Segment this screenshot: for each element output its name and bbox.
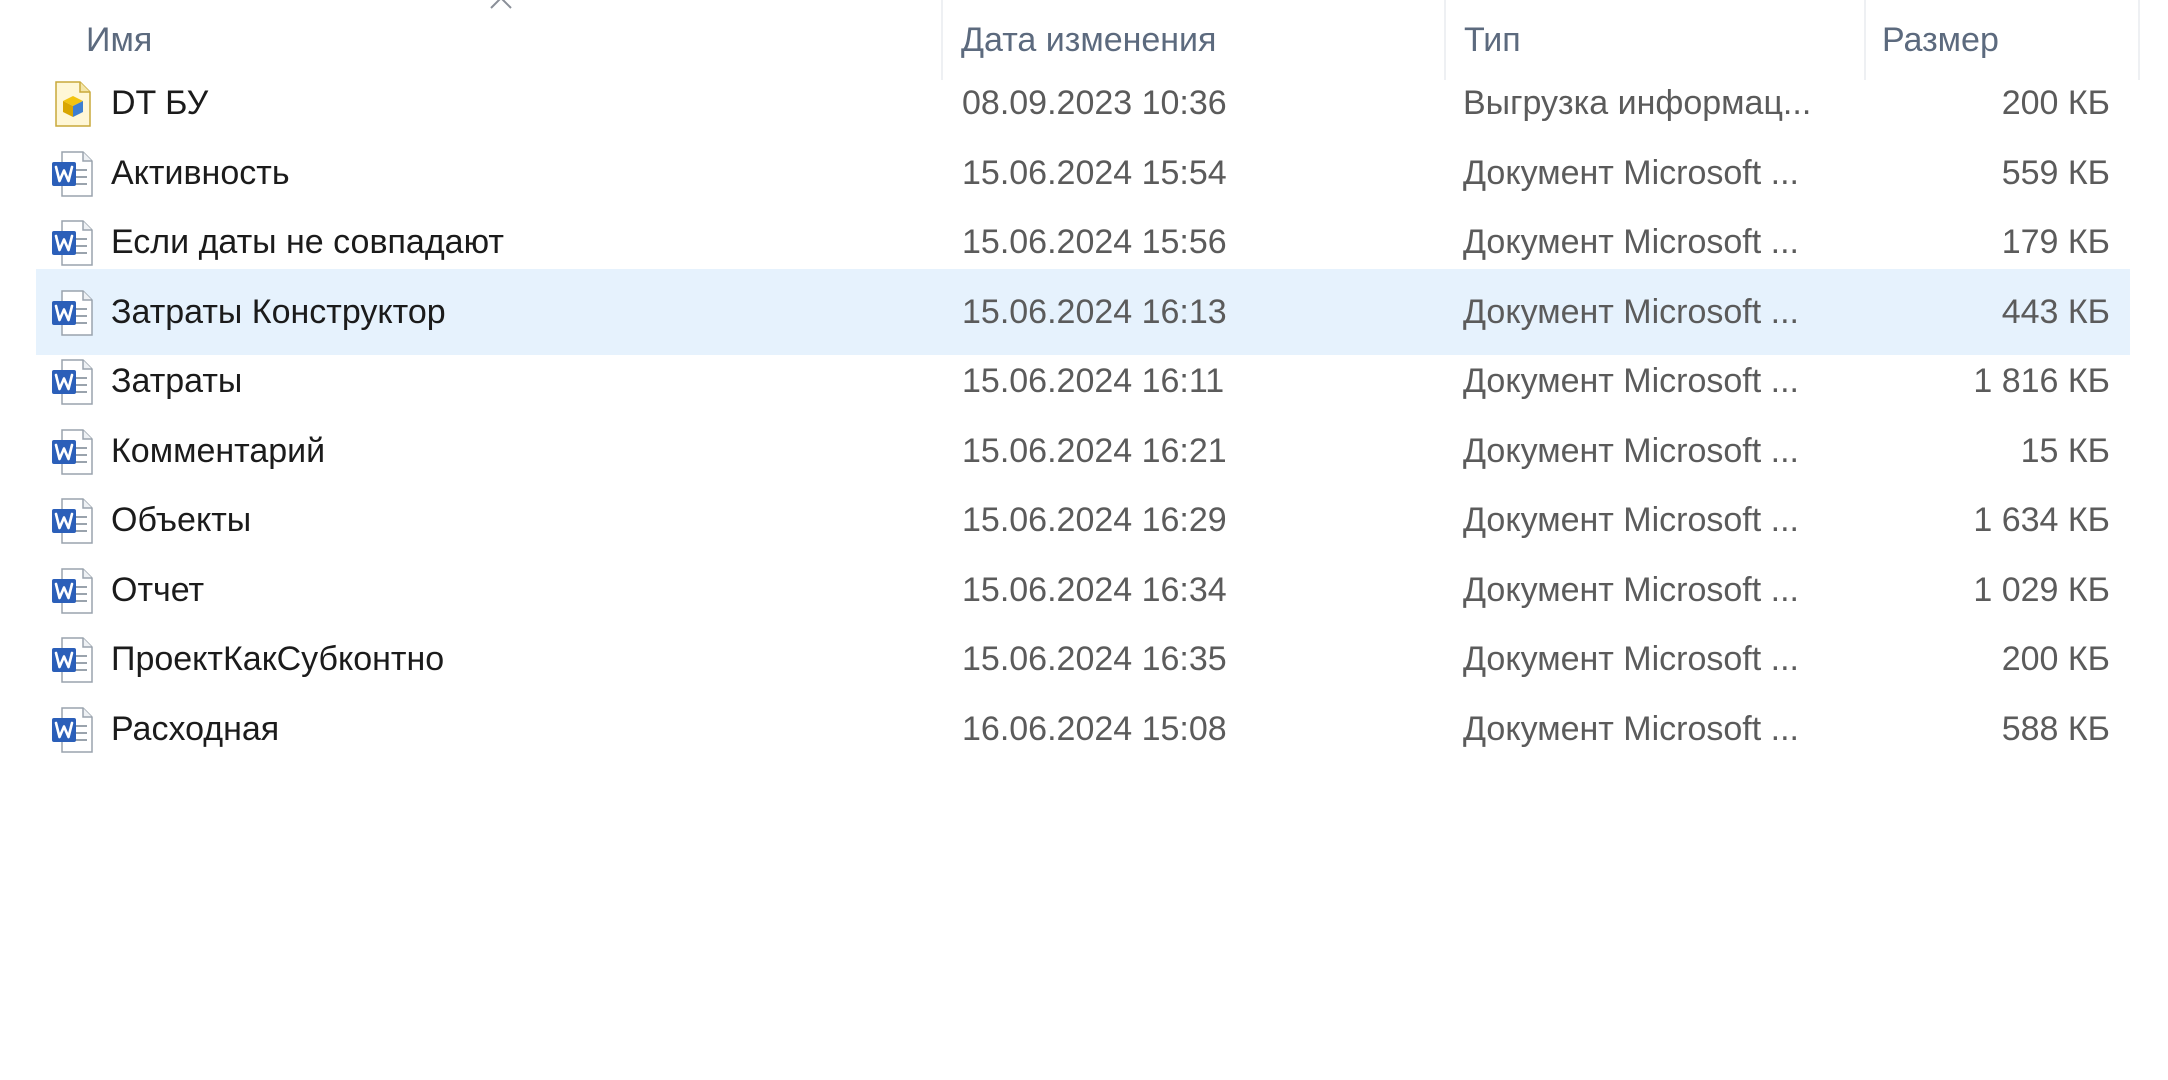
column-header-size-label: Размер (1882, 20, 1999, 59)
word-document-icon (50, 289, 94, 337)
file-date-modified: 16.06.2024 15:08 (962, 709, 1227, 748)
word-document-icon (50, 358, 94, 406)
file-size: 588 КБ (2001, 709, 2110, 748)
word-document-icon (50, 706, 94, 754)
word-document-icon (50, 497, 94, 545)
word-document-icon (50, 219, 94, 267)
column-header-type-label: Тип (1464, 20, 1521, 59)
word-document-icon (50, 150, 94, 198)
word-document-icon (50, 567, 94, 615)
column-header-name-label: Имя (86, 20, 153, 59)
file-explorer: Имя Дата изменения Тип Размер DT БУ 08.09… (0, 0, 2168, 1080)
word-document-icon (50, 428, 94, 476)
file-name: Расходная (111, 709, 280, 748)
1c-data-file-icon (50, 80, 94, 128)
word-document-icon (50, 636, 94, 684)
file-row[interactable]: Расходная 16.06.2024 15:08 Документ Micros… (36, 686, 2130, 772)
column-header-date-label: Дата изменения (961, 20, 1217, 59)
column-resize-handle-size[interactable] (2138, 0, 2140, 80)
file-type: Документ Microsoft ... (1463, 709, 1799, 748)
